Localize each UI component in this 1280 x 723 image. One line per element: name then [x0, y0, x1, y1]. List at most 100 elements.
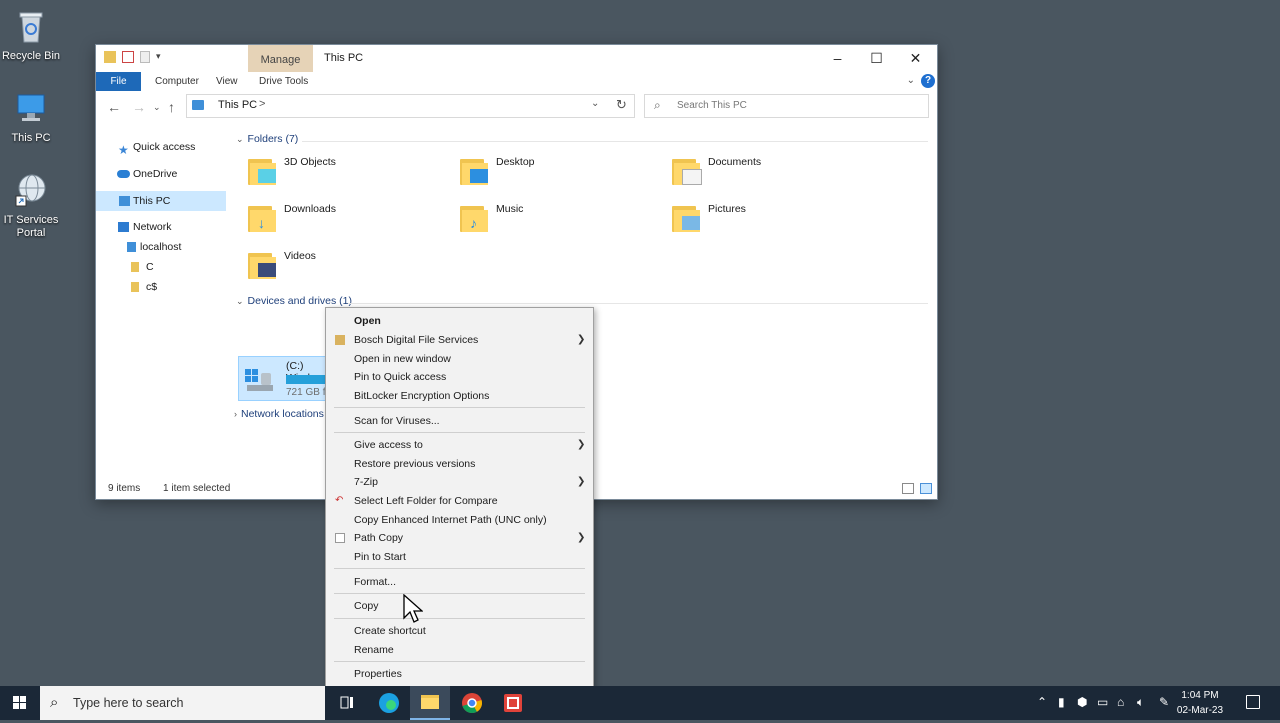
menu-item-give-access[interactable]: Give access to ❯ [326, 436, 593, 454]
menu-item-select-left-compare[interactable]: ↶ Select Left Folder for Compare [326, 492, 593, 510]
menu-item-create-shortcut[interactable]: Create shortcut [326, 622, 593, 640]
address-dropdown-icon[interactable]: ⌄ [591, 98, 599, 109]
network-locations-group-header[interactable]: › Network locations [234, 408, 324, 420]
menu-item-open[interactable]: Open [326, 312, 593, 330]
folders-group-header[interactable]: ⌄ Folders (7) [236, 133, 298, 145]
folder-documents[interactable]: Documents [656, 151, 856, 191]
nav-item-onedrive[interactable]: OneDrive [96, 164, 226, 184]
tab-drive-tools[interactable]: Drive Tools [249, 72, 318, 91]
back-button[interactable]: ← [107, 99, 121, 115]
system-clock[interactable]: 1:04 PM 02-Mar-23 [1170, 688, 1230, 718]
task-view-button[interactable] [327, 686, 367, 720]
devices-group-header[interactable]: ⌄ Devices and drives (1) [236, 295, 352, 307]
menu-item-copy-unc-path[interactable]: Copy Enhanced Internet Path (UNC only) [326, 511, 593, 529]
tab-view[interactable]: View [206, 72, 248, 91]
nav-item-this-pc[interactable]: This PC [96, 191, 226, 211]
menu-item-pin-quick-access[interactable]: Pin to Quick access [326, 368, 593, 386]
ribbon-expand-icon[interactable]: ⌄ [907, 75, 915, 86]
qat-dropdown-icon[interactable]: ▾ [156, 51, 164, 63]
drive-c[interactable]: (C:) Wind 721 GB f [238, 356, 330, 401]
edge-icon [379, 693, 399, 713]
desktop-icon-this-pc[interactable]: This PC [0, 90, 66, 145]
nav-item-localhost[interactable]: localhost [96, 237, 226, 257]
manage-tab[interactable]: Manage [248, 45, 313, 72]
security-icon[interactable]: ⬢ [1077, 695, 1087, 709]
desktop-icon-label: IT Services Portal [3, 214, 59, 239]
nav-item-c[interactable]: C [96, 257, 226, 277]
menu-item-scan-viruses[interactable]: Scan for Viruses... [326, 412, 593, 430]
menu-item-rename[interactable]: Rename [326, 641, 593, 659]
quick-access-toolbar: ▾ [104, 51, 164, 63]
menu-item-7zip[interactable]: 7-Zip ❯ [326, 473, 593, 491]
minimize-button[interactable]: – [818, 45, 857, 72]
taskbar: ⌕ Type here to search ⌃ ▮ ⬢ ▭ ⌂ 🔈︎ ✎ 1:0… [0, 686, 1280, 720]
expand-chevron-icon[interactable]: › [234, 409, 237, 419]
collapse-chevron-icon[interactable]: ⌄ [236, 296, 244, 306]
folder-desktop[interactable]: Desktop [444, 151, 644, 191]
folder-pictures[interactable]: Pictures [656, 198, 856, 238]
address-bar[interactable]: This PC > ⌄ ↻ [186, 94, 635, 118]
folder-videos[interactable]: Videos [232, 245, 432, 285]
collapse-chevron-icon[interactable]: ⌄ [236, 134, 244, 144]
nav-item-quick-access[interactable]: ★ Quick access [96, 137, 226, 157]
menu-label: Give access to [354, 439, 423, 451]
desktop-icon-recycle-bin[interactable]: Recycle Bin [0, 8, 66, 63]
taskbar-search-box[interactable]: ⌕ Type here to search [40, 686, 325, 720]
folder-music[interactable]: ♪ Music [444, 198, 644, 238]
nav-item-network[interactable]: Network [96, 217, 226, 237]
up-button[interactable]: ↑ [168, 99, 175, 115]
taskbar-edge[interactable] [369, 686, 409, 720]
documents-folder-icon [672, 157, 702, 185]
menu-item-bitlocker[interactable]: BitLocker Encryption Options [326, 387, 593, 405]
folder-3d-objects[interactable]: 3D Objects [232, 151, 432, 191]
recent-locations-icon[interactable]: ⌄ [153, 102, 161, 113]
nav-item-c-share[interactable]: c$ [96, 277, 226, 297]
details-view-icon[interactable] [902, 483, 914, 494]
volume-icon[interactable]: 🔈︎ [1137, 695, 1144, 710]
menu-item-bosch[interactable]: Bosch Digital File Services ❯ [326, 331, 593, 349]
network-icon[interactable]: ⌂ [1117, 695, 1124, 709]
menu-item-open-new-window[interactable]: Open in new window [326, 350, 593, 368]
menu-item-restore-versions[interactable]: Restore previous versions [326, 455, 593, 473]
taskbar-chrome[interactable] [452, 686, 492, 720]
forward-button[interactable]: → [132, 99, 146, 115]
help-icon[interactable]: ? [921, 74, 935, 88]
show-hidden-icons[interactable]: ⌃ [1037, 695, 1047, 709]
desktop-folder-icon [460, 157, 490, 185]
microphone-icon[interactable]: ▮ [1058, 695, 1065, 709]
item-count: 9 items [108, 483, 141, 494]
taskbar-file-explorer[interactable] [410, 686, 450, 720]
computer-icon [127, 242, 136, 252]
search-box[interactable]: ⌕ Search This PC [644, 94, 929, 118]
chrome-icon [462, 693, 482, 714]
breadcrumb-separator-icon[interactable]: > [259, 98, 265, 110]
compare-icon: ↶ [335, 495, 344, 506]
nav-label: Network [133, 221, 172, 233]
menu-separator [334, 661, 585, 662]
videos-folder-icon [248, 251, 278, 279]
menu-item-format[interactable]: Format... [326, 573, 593, 591]
breadcrumb-this-pc[interactable]: This PC [218, 99, 257, 111]
folder-downloads[interactable]: ↓ Downloads [232, 198, 432, 238]
menu-item-copy[interactable]: Copy [326, 597, 593, 615]
tab-file[interactable]: File [96, 72, 141, 91]
battery-icon[interactable]: ▭ [1097, 695, 1108, 709]
pen-icon[interactable]: ✎ [1159, 695, 1169, 709]
start-button[interactable] [0, 686, 40, 720]
close-button[interactable]: ✕ [896, 45, 935, 72]
desktop-icon-it-services-portal[interactable]: IT Services Portal [0, 172, 66, 240]
notification-center-icon[interactable] [1246, 695, 1260, 709]
tiles-view-icon[interactable] [920, 483, 932, 494]
menu-item-path-copy[interactable]: Path Copy ❯ [326, 529, 593, 547]
tab-computer[interactable]: Computer [145, 72, 209, 91]
menu-item-pin-start[interactable]: Pin to Start [326, 548, 593, 566]
refresh-icon[interactable]: ↻ [616, 97, 627, 113]
taskbar-app-red[interactable] [493, 686, 533, 720]
menu-item-properties[interactable]: Properties [326, 665, 593, 683]
properties-icon[interactable] [122, 51, 134, 63]
folder-name: Videos [284, 250, 316, 262]
window-title: This PC [324, 52, 364, 64]
maximize-button[interactable]: ☐ [857, 45, 896, 72]
search-icon: ⌕ [50, 694, 59, 711]
new-folder-icon[interactable] [140, 51, 150, 63]
